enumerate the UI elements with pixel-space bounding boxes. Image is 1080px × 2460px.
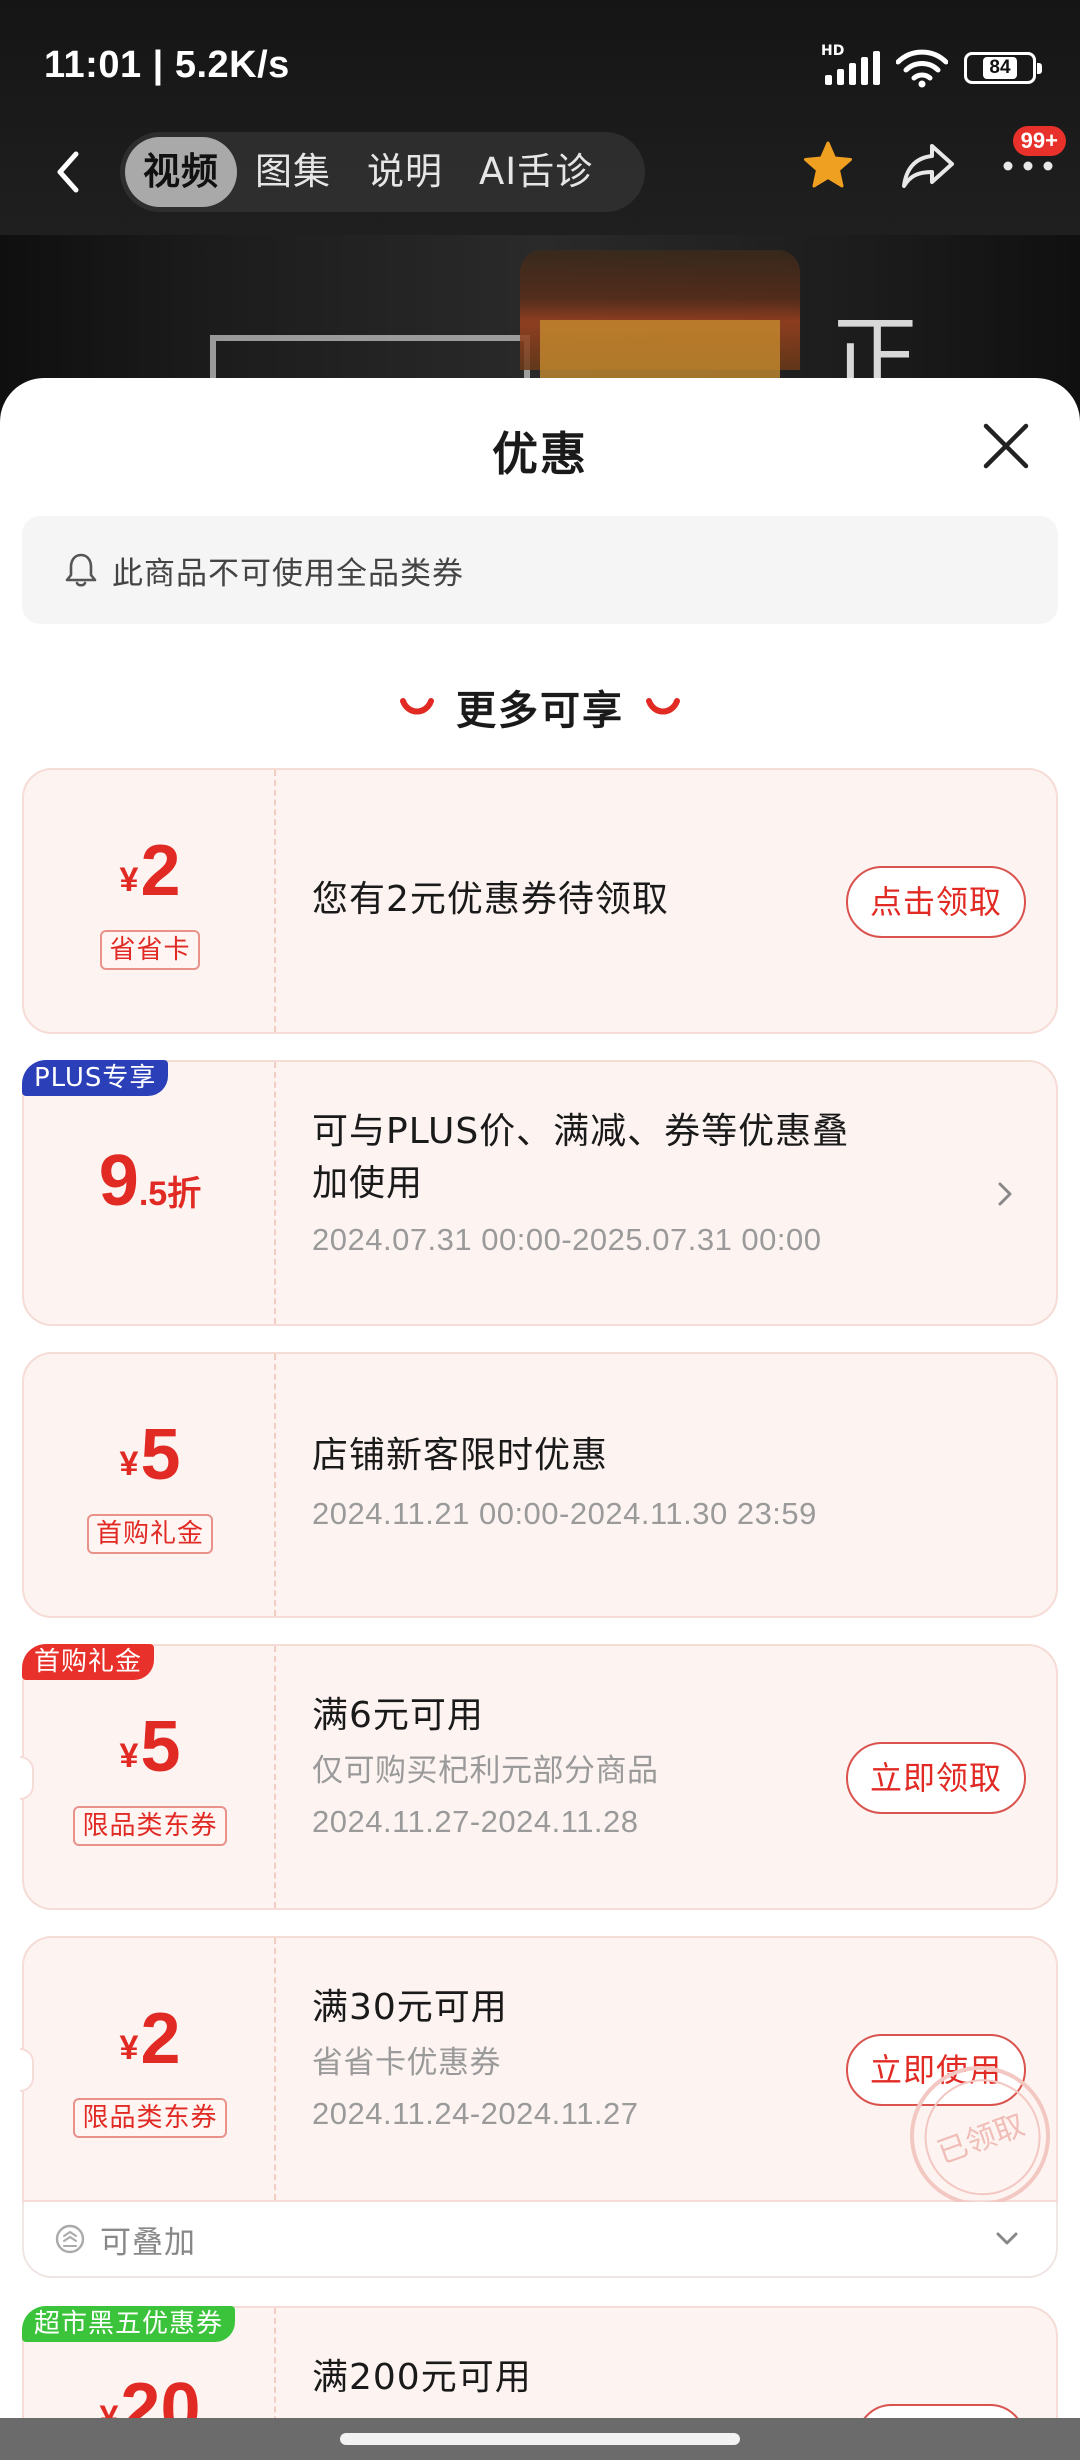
stackable-row[interactable]: 可叠加 <box>22 2202 1058 2278</box>
coupon-value-panel: ¥5 限品类东券 <box>24 1646 276 1908</box>
tab-ai-tongue[interactable]: AI舌诊 <box>461 137 611 207</box>
status-time: 11:01 | 5.2K/s <box>44 44 290 86</box>
notice-text: 此商品不可使用全品类券 <box>112 555 464 592</box>
black-friday-tag: 超市黑五优惠券 <box>22 2306 236 2342</box>
coupon-value-panel: ¥2 限品类东券 <box>24 1938 276 2200</box>
tab-description[interactable]: 说明 <box>349 137 461 207</box>
coupon-sheet: 优惠 此商品不可使用全品类券 更多可享 ¥2 省省卡 您有2元优惠券待领取 点击… <box>0 378 1080 2460</box>
coupon-amount: ¥2 <box>119 1999 181 2079</box>
battery-level: 84 <box>983 57 1017 79</box>
top-nav: 视频 图集 说明 AI舌诊 99+ <box>0 120 1080 220</box>
claim-now-button[interactable]: 立即领取 <box>845 1742 1026 1814</box>
coupon-title: 店铺新客限时优惠 <box>312 1435 609 1476</box>
coupon-title: 满6元可用 <box>312 1695 484 1736</box>
status-bar: 11:01 | 5.2K/s HD 84 <box>0 0 1080 130</box>
coupon-amount: ¥5 <box>119 1707 181 1787</box>
section-heading-text: 更多可享 <box>456 688 624 734</box>
media-tabs: 视频 图集 说明 AI舌诊 <box>120 132 645 212</box>
coupon-validity: 2024.11.24-2024.11.27 <box>312 2096 639 2131</box>
chevron-left-icon <box>57 151 79 193</box>
share-button[interactable] <box>896 134 960 198</box>
message-badge: 99+ <box>1012 126 1066 156</box>
wifi-icon <box>895 48 949 88</box>
coupon-subtitle: 仅可购买杞利元部分商品 <box>312 1753 659 1789</box>
tab-gallery[interactable]: 图集 <box>237 137 349 207</box>
coupon-type-tag: 限品类东券 <box>73 1806 227 1846</box>
coupon-validity: 2024.11.27-2024.11.28 <box>312 1804 639 1839</box>
coupon-validity: 2024.11.21 00:00-2024.11.30 23:59 <box>312 1496 817 1531</box>
coupon-amount: ¥2 <box>119 831 181 911</box>
smile-curve-icon <box>400 698 434 715</box>
close-icon <box>983 423 1029 469</box>
chevron-down-icon <box>996 2232 1018 2245</box>
coupon-type-tag: 省省卡 <box>100 930 200 970</box>
favorite-button[interactable] <box>796 134 860 198</box>
coupon-title-line1: 可与PLUS价、满减、券等优惠叠 <box>312 1111 850 1152</box>
home-indicator[interactable] <box>340 2433 740 2445</box>
notice-bar: 此商品不可使用全品类券 <box>22 516 1058 624</box>
coupon-discount: 9.5折 <box>98 1141 202 1221</box>
coupon-card[interactable]: ¥2 省省卡 您有2元优惠券待领取 点击领取 <box>22 768 1058 1034</box>
more-dots-icon <box>1003 161 1053 171</box>
coupon-value-panel: 9.5折 <box>24 1062 276 1324</box>
smile-curve-icon <box>646 698 680 715</box>
coupon-validity: 2024.07.31 00:00-2025.07.31 00:00 <box>312 1222 822 1257</box>
coupon-title: 您有2元优惠券待领取 <box>312 879 669 920</box>
coupon-title-line2: 加使用 <box>312 1163 424 1204</box>
chevron-right-icon <box>998 1182 1012 1206</box>
more-button[interactable]: 99+ <box>996 126 1066 198</box>
coupon-title: 满30元可用 <box>312 1987 508 2028</box>
stackable-label: 可叠加 <box>100 2224 196 2261</box>
coupon-type-tag: 首购礼金 <box>86 1514 213 1554</box>
battery-icon: 84 <box>964 52 1042 84</box>
plus-exclusive-tag: PLUS专享 <box>22 1060 169 1096</box>
coupon-card[interactable]: ¥2 限品类东券 满30元可用 省省卡优惠券 2024.11.24-2024.1… <box>20 1936 1070 2226</box>
sheet-title: 优惠 <box>492 427 588 481</box>
section-heading: 更多可享 <box>0 678 1080 736</box>
coupon-card-plus[interactable]: 9.5折 PLUS专享 可与PLUS价、满减、券等优惠叠 加使用 2024.07… <box>22 1060 1058 1326</box>
first-purchase-tag: 首购礼金 <box>22 1644 155 1680</box>
star-icon <box>804 141 852 188</box>
stack-icon <box>55 2224 85 2254</box>
back-button[interactable] <box>40 142 100 202</box>
coupon-amount: ¥5 <box>119 1415 181 1495</box>
close-button[interactable] <box>976 416 1036 476</box>
coupon-subtitle: 省省卡优惠券 <box>312 2045 501 2081</box>
gesture-bar <box>0 2418 1080 2460</box>
claim-button[interactable]: 点击领取 <box>845 866 1026 938</box>
share-icon <box>902 144 954 188</box>
coupon-card[interactable]: ¥5 限品类东券 首购礼金 满6元可用 仅可购买杞利元部分商品 2024.11.… <box>20 1644 1058 1910</box>
tab-video[interactable]: 视频 <box>125 137 237 207</box>
coupon-title: 满200元可用 <box>312 2357 532 2398</box>
coupon-card[interactable]: ¥5 首购礼金 店铺新客限时优惠 2024.11.21 00:00-2024.1… <box>22 1352 1058 1618</box>
coupon-value-panel: ¥5 首购礼金 <box>24 1354 276 1616</box>
cellular-signal-icon: HD <box>821 43 880 85</box>
coupon-value-panel: ¥2 省省卡 <box>24 770 276 1032</box>
bell-icon <box>65 553 97 587</box>
coupon-type-tag: 限品类东券 <box>73 2098 227 2138</box>
network-label: HD <box>821 43 845 59</box>
